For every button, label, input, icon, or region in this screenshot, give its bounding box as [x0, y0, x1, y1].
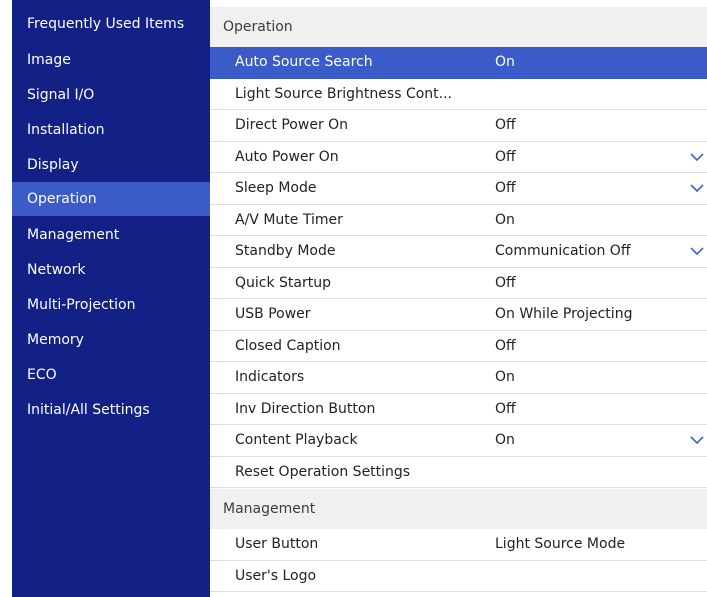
projector-menu-screen: Frequently Used Items Image Signal I/O I… [0, 0, 707, 597]
setting-value: On [495, 369, 515, 385]
setting-row-inv-direction-button[interactable]: Inv Direction Button Off [210, 394, 707, 425]
setting-value: Off [495, 400, 516, 417]
setting-row-direct-power-on[interactable]: Direct Power On Off [210, 110, 707, 142]
sidebar-item-memory[interactable]: Memory [12, 323, 210, 357]
sidebar-item-management[interactable]: Management [12, 218, 210, 252]
setting-label: A/V Mute Timer [235, 211, 343, 228]
setting-row-quick-startup[interactable]: Quick Startup Off [210, 268, 707, 299]
setting-value: Off [495, 117, 516, 133]
setting-label: Sleep Mode [235, 180, 317, 196]
setting-value: Off [495, 180, 516, 196]
sidebar-item-initial-all-settings[interactable]: Initial/All Settings [12, 393, 210, 427]
setting-label: Content Playback [235, 432, 358, 448]
setting-value: Light Source Mode [495, 536, 626, 552]
section-header-operation: Operation [210, 7, 707, 47]
setting-label: User Button [235, 536, 319, 552]
sidebar-item-display[interactable]: Display [12, 148, 210, 182]
setting-row-standby-mode[interactable]: Standby Mode Communication Off [210, 236, 707, 268]
setting-row-auto-power-on[interactable]: Auto Power On Off [210, 142, 707, 173]
sidebar-item-multi-projection[interactable]: Multi-Projection [12, 288, 210, 322]
sidebar-item-signal-io[interactable]: Signal I/O [12, 78, 210, 112]
setting-label: Indicators [235, 369, 305, 385]
setting-label: USB Power [235, 306, 311, 322]
setting-label: Closed Caption [235, 337, 341, 354]
setting-value: On [495, 54, 515, 70]
setting-row-indicators[interactable]: Indicators On [210, 362, 707, 394]
chevron-down-icon[interactable] [689, 432, 705, 448]
setting-value: On [495, 432, 515, 448]
setting-row-sleep-mode[interactable]: Sleep Mode Off [210, 173, 707, 205]
setting-row-closed-caption[interactable]: Closed Caption Off [210, 331, 707, 362]
setting-value: Off [495, 274, 516, 291]
settings-panel: Operation Auto Source Search On Light So… [210, 0, 707, 597]
setting-label: Inv Direction Button [235, 400, 376, 417]
setting-row-auto-source-search[interactable]: Auto Source Search On [210, 47, 707, 79]
setting-label: Light Source Brightness Cont... [235, 85, 452, 102]
chevron-down-icon[interactable] [689, 243, 705, 259]
sidebar-item-eco[interactable]: ECO [12, 358, 210, 392]
setting-label: Standby Mode [235, 243, 336, 259]
section-header-management: Management [210, 489, 707, 529]
sidebar-menu: Frequently Used Items Image Signal I/O I… [12, 0, 210, 597]
setting-value: Communication Off [495, 243, 631, 259]
setting-value: On While Projecting [495, 306, 633, 322]
setting-value: On [495, 211, 515, 228]
setting-row-content-playback[interactable]: Content Playback On [210, 425, 707, 457]
setting-label: Direct Power On [235, 117, 349, 133]
setting-row-users-logo[interactable]: User's Logo [210, 561, 707, 592]
setting-label: Reset Operation Settings [235, 463, 411, 480]
setting-row-light-source-brightness-control[interactable]: Light Source Brightness Cont... [210, 79, 707, 110]
sidebar-item-frequently-used-items[interactable]: Frequently Used Items [12, 7, 210, 41]
setting-row-av-mute-timer[interactable]: A/V Mute Timer On [210, 205, 707, 236]
sidebar-item-network[interactable]: Network [12, 253, 210, 287]
setting-row-reset-operation-settings[interactable]: Reset Operation Settings [210, 457, 707, 488]
setting-value: Off [495, 337, 516, 354]
chevron-down-icon[interactable] [689, 180, 705, 196]
setting-value: Off [495, 148, 516, 165]
setting-row-usb-power[interactable]: USB Power On While Projecting [210, 299, 707, 331]
sidebar-item-operation[interactable]: Operation [12, 182, 210, 216]
setting-label: Quick Startup [235, 274, 331, 291]
setting-label: User's Logo [235, 567, 317, 584]
sidebar-item-installation[interactable]: Installation [12, 113, 210, 147]
sidebar-item-image[interactable]: Image [12, 43, 210, 77]
setting-row-user-button[interactable]: User Button Light Source Mode [210, 529, 707, 561]
setting-label: Auto Source Search [235, 54, 373, 70]
setting-label: Auto Power On [235, 148, 339, 165]
chevron-down-icon[interactable] [689, 149, 705, 165]
